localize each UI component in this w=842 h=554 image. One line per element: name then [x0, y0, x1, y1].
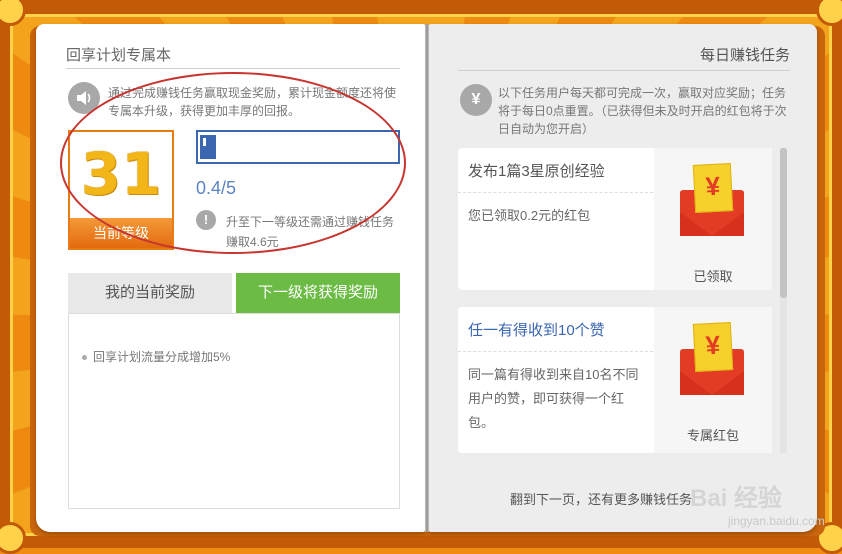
reward-item: 回享计划流量分成增加5%: [82, 348, 230, 365]
tab-next-level-rewards[interactable]: 下一级将获得奖励: [236, 273, 400, 321]
envelope-paper: ¥: [692, 163, 734, 213]
scrollbar-thumb[interactable]: [780, 148, 787, 298]
tab-current-rewards[interactable]: 我的当前奖励: [68, 273, 232, 313]
task-separator: [458, 192, 653, 193]
task-status: 专属红包: [686, 428, 739, 443]
frame-right: [829, 0, 842, 548]
envelope-front: [680, 212, 744, 236]
book-spine: [425, 24, 429, 532]
task-card[interactable]: 发布1篇3星原创经验 您已领取0.2元的红包 ¥ 已领取: [458, 148, 772, 290]
red-envelope-icon: ¥: [680, 163, 744, 236]
yen-icon: ¥: [460, 84, 492, 116]
watermark: Bai 经验 jingyan.baidu.com: [690, 464, 825, 534]
sound-icon: [68, 82, 100, 114]
level-progress-bar: [196, 130, 400, 164]
yen-icon-glyph: ¥: [471, 91, 481, 108]
upgrade-hint: 升至下一等级还需通过赚钱任务赚取4.6元: [226, 215, 395, 249]
level-number: 31: [80, 140, 162, 208]
level-badge: 31 当前等级: [68, 130, 174, 250]
frame-top: [0, 0, 842, 17]
right-page-title: 每日赚钱任务: [699, 47, 790, 64]
task-description: 同一篇有得收到来自10名不同用户的赞，即可获得一个红包。: [468, 367, 639, 430]
next-page-hint[interactable]: 翻到下一页，还有更多赚钱任务: [510, 489, 692, 508]
red-envelope-icon: ¥: [680, 322, 744, 395]
level-label: 当前等级: [70, 218, 172, 248]
level-progress-value: 0.4/5: [196, 178, 237, 198]
reward-panel: [68, 313, 400, 509]
envelope-front: [680, 371, 744, 395]
task-reward-area: ¥ 专属红包: [654, 307, 772, 453]
level-progress-fill: [200, 135, 216, 159]
divider: [458, 70, 790, 71]
task-title: 发布1篇3星原创经验: [468, 163, 605, 180]
task-list-scrollbar[interactable]: [780, 148, 787, 453]
frame-corner: [0, 522, 26, 554]
task-card[interactable]: 任一有得收到10个赞 同一篇有得收到来自10名不同用户的赞，即可获得一个红包。 …: [458, 307, 772, 453]
task-description: 您已领取0.2元的红包: [468, 208, 591, 223]
watermark-logo: Bai 经验: [690, 485, 783, 512]
left-page-title: 回享计划专属本: [66, 47, 172, 64]
right-intro-text: 以下任务用户每天都可完成一次，赢取对应奖励；任务将于每日0点重置。（已获得但未及…: [498, 86, 787, 136]
exclamation-icon: !: [196, 210, 216, 230]
divider: [66, 68, 400, 69]
task-separator: [458, 351, 653, 352]
task-status: 已领取: [693, 269, 733, 284]
watermark-url: jingyan.baidu.com: [728, 514, 825, 528]
left-intro-text: 通过完成赚钱任务赢取现金奖励，累计现金额度还将使专属本升级，获得更加丰厚的回报。: [108, 86, 397, 118]
task-title: 任一有得收到10个赞: [468, 322, 605, 339]
envelope-paper: ¥: [692, 322, 734, 372]
task-reward-area: ¥ 已领取: [654, 148, 772, 290]
frame-left: [0, 0, 13, 548]
tab-next-level-rewards-label: 下一级将获得奖励: [257, 284, 378, 301]
